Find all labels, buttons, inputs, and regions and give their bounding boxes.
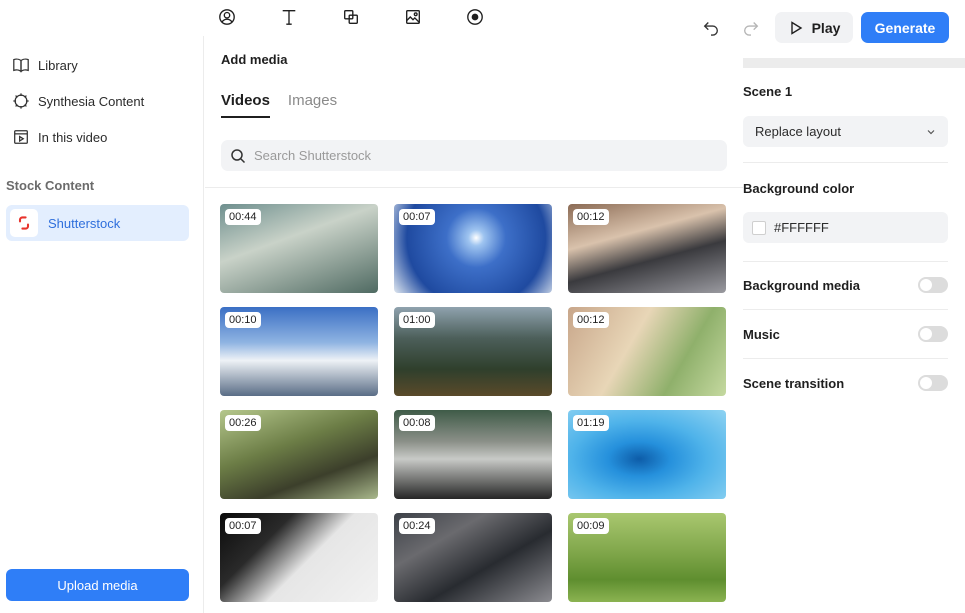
color-swatch[interactable] (752, 220, 766, 235)
duration-badge: 00:07 (225, 518, 261, 534)
media-icon[interactable] (382, 6, 444, 28)
video-thumbnail[interactable]: 00:07 (220, 513, 378, 602)
duration-badge: 00:10 (225, 312, 261, 328)
divider (743, 358, 948, 359)
video-thumbnail[interactable]: 00:07 (394, 204, 552, 293)
search-input[interactable] (254, 148, 714, 163)
add-media-panel: Add media Videos Images 00:44 00:07 00:1… (205, 36, 743, 613)
divider (743, 309, 948, 310)
media-tabs: Videos Images (221, 92, 337, 118)
record-icon[interactable] (444, 6, 506, 28)
sidebar-item-label: In this video (38, 129, 108, 145)
video-thumbnail[interactable]: 00:08 (394, 410, 552, 499)
video-thumbnail[interactable]: 00:10 (220, 307, 378, 396)
search-bar (221, 140, 727, 171)
video-thumbnail[interactable]: 00:12 (568, 307, 726, 396)
duration-badge: 01:00 (399, 312, 435, 328)
duration-badge: 01:19 (573, 415, 609, 431)
video-thumbnail[interactable]: 01:19 (568, 410, 726, 499)
music-toggle[interactable] (918, 326, 948, 342)
chevron-down-icon (927, 129, 935, 134)
upload-media-button[interactable]: Upload media (6, 569, 189, 601)
duration-badge: 00:09 (573, 518, 609, 534)
video-thumbnail[interactable]: 00:26 (220, 410, 378, 499)
video-thumbnail[interactable]: 00:44 (220, 204, 378, 293)
shapes-icon[interactable] (320, 6, 382, 28)
duration-badge: 00:12 (573, 209, 609, 225)
color-value: #FFFFFF (774, 220, 829, 235)
video-grid: 00:44 00:07 00:12 00:10 01:00 00:12 00:2… (220, 204, 726, 602)
duration-badge: 00:07 (399, 209, 435, 225)
toggle-label: Scene transition (743, 375, 845, 391)
history-controls (700, 16, 762, 38)
scene-transition-toggle[interactable] (918, 375, 948, 391)
background-media-toggle[interactable] (918, 277, 948, 293)
duration-badge: 00:08 (399, 415, 435, 431)
video-thumbnail[interactable]: 00:09 (568, 513, 726, 602)
toggle-label: Music (743, 326, 780, 342)
divider (743, 261, 948, 262)
play-label: Play (811, 19, 841, 36)
tab-images[interactable]: Images (288, 92, 337, 118)
layout-select-label: Replace layout (755, 124, 841, 139)
sidebar-item-library[interactable]: Library (12, 56, 78, 74)
redo-icon[interactable] (740, 16, 762, 38)
panel-title: Add media (221, 52, 288, 67)
sidebar-item-label: Synthesia Content (38, 93, 145, 109)
video-frame-icon (14, 130, 28, 144)
divider (205, 187, 743, 188)
duration-badge: 00:44 (225, 209, 261, 225)
avatar-icon[interactable] (196, 6, 258, 28)
duration-badge: 00:24 (399, 518, 435, 534)
play-icon (790, 20, 802, 35)
divider (743, 162, 948, 163)
panel-header-bar (743, 58, 965, 68)
scene-settings-panel: Scene 1 Replace layout Background color … (743, 36, 965, 613)
background-color-label: Background color (743, 181, 855, 196)
sidebar-item-in-this-video[interactable]: In this video (12, 128, 107, 146)
toggle-label: Background media (743, 277, 861, 293)
sidebar-item-label: Library (38, 57, 78, 73)
background-color-field[interactable]: #FFFFFF (743, 212, 948, 243)
replace-layout-select[interactable]: Replace layout (743, 116, 948, 147)
duration-badge: 00:26 (225, 415, 261, 431)
sidebar-item-shutterstock[interactable]: Shutterstock (6, 205, 189, 241)
sidebar-item-synthesia-content[interactable]: Synthesia Content (12, 92, 144, 110)
sidebar-item-label: Shutterstock (48, 215, 121, 231)
music-row: Music (743, 326, 948, 342)
stock-content-label: Stock Content (6, 178, 95, 193)
background-media-row: Background media (743, 277, 948, 293)
element-toolbar (196, 6, 506, 28)
gear-icon (13, 93, 29, 109)
duration-badge: 00:12 (573, 312, 609, 328)
shutterstock-logo-icon (10, 209, 38, 237)
search-icon (231, 148, 246, 163)
book-icon (13, 58, 29, 73)
text-icon[interactable] (258, 6, 320, 28)
sidebar: Library Synthesia Content In this video … (0, 36, 204, 613)
video-thumbnail[interactable]: 01:00 (394, 307, 552, 396)
scene-transition-row: Scene transition (743, 375, 948, 391)
video-thumbnail[interactable]: 00:24 (394, 513, 552, 602)
video-thumbnail[interactable]: 00:12 (568, 204, 726, 293)
tab-videos[interactable]: Videos (221, 92, 270, 118)
scene-title: Scene 1 (743, 84, 793, 99)
undo-icon[interactable] (700, 16, 722, 38)
